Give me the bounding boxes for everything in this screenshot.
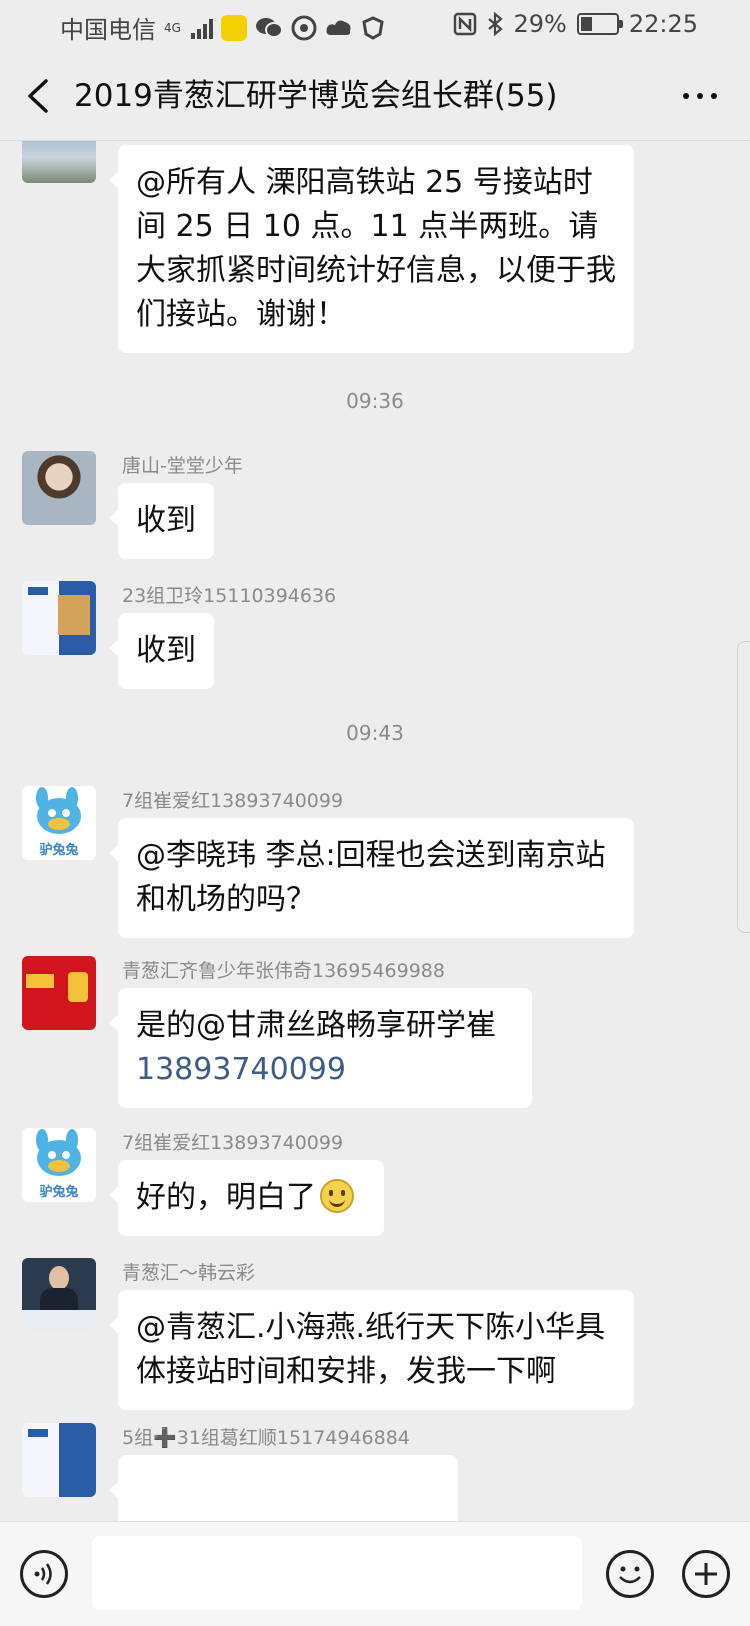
avatar[interactable] <box>22 956 96 1030</box>
wechat-icon <box>255 17 283 38</box>
network-label: 4G <box>164 20 181 35</box>
bluetooth-icon <box>488 12 504 36</box>
message-bubble[interactable]: @李晓玮 李总:回程也会送到南京站和机场的吗？ <box>109 818 634 938</box>
status-left: 中国电信 4G <box>60 10 385 45</box>
status-right: 29% 22:25 <box>453 10 698 38</box>
message-bubble[interactable]: @青葱汇.小海燕.纸行天下陈小华具体接站时间和安排，发我一下啊 <box>109 1290 634 1410</box>
message-input[interactable] <box>92 1536 582 1610</box>
chat-header: 2019青葱汇研学博览会组长群(55) <box>0 52 750 141</box>
message-bubble[interactable]: 收到 <box>109 613 214 689</box>
avatar-text: 驴兔兔 <box>39 1185 79 1200</box>
emoji-icon[interactable] <box>606 1550 654 1598</box>
message-text: @李晓玮 李总:回程也会送到南京站和机场的吗？ <box>136 838 606 917</box>
sender-name: 青葱汇～韩云彩 <box>122 1262 256 1284</box>
timestamp: 09:36 <box>346 389 404 413</box>
more-dots-icon[interactable] <box>678 82 722 110</box>
avatar-text: 驴兔兔 <box>39 843 79 858</box>
message-text: @青葱汇.小海燕.纸行天下陈小华具体接站时间和安排，发我一下啊 <box>136 1310 606 1389</box>
back-chevron-icon[interactable] <box>24 78 52 114</box>
sender-name: 23组卫玲15110394636 <box>122 585 337 607</box>
sender-name: 7组崔爱红13893740099 <box>122 790 344 812</box>
scrollbar[interactable] <box>737 641 750 933</box>
avatar[interactable]: 驴兔兔 <box>22 786 96 860</box>
message-bubble[interactable]: @所有人 溧阳高铁站 25 号接站时间 25 日 10 点。11 点半两班。请大… <box>109 145 634 353</box>
message-list[interactable]: @所有人 溧阳高铁站 25 号接站时间 25 日 10 点。11 点半两班。请大… <box>0 141 750 1521</box>
sender-name: 5组➕31组葛红顺15174946884 <box>122 1427 410 1449</box>
timestamp: 09:43 <box>346 721 404 745</box>
voice-icon[interactable] <box>20 1550 68 1598</box>
novel-app-icon <box>220 14 247 41</box>
message-bubble[interactable] <box>109 1455 458 1521</box>
status-bar: 中国电信 4G 29% 22:25 <box>0 0 750 52</box>
signal-icon <box>190 17 213 39</box>
message-text: 是的@甘肃丝路畅享研学崔 <box>136 1008 496 1043</box>
carrier-label: 中国电信 <box>60 16 156 44</box>
smile-emoji-icon <box>320 1179 354 1213</box>
message-bubble[interactable]: 是的@甘肃丝路畅享研学崔 13893740099 <box>109 988 532 1108</box>
app-icon <box>291 15 317 40</box>
sender-name: 唐山-堂堂少年 <box>122 455 243 477</box>
phone-link[interactable]: 13893740099 <box>136 1052 346 1087</box>
sender-name: 7组崔爱红13893740099 <box>122 1132 344 1154</box>
message-text: 好的，明白了 <box>136 1180 316 1215</box>
message-text: 收到 <box>136 503 196 538</box>
avatar[interactable] <box>22 141 96 183</box>
clock: 22:25 <box>628 10 698 38</box>
input-bar <box>0 1521 750 1626</box>
avatar[interactable] <box>22 1423 96 1497</box>
avatar[interactable]: 驴兔兔 <box>22 1128 96 1202</box>
message-text: 收到 <box>136 633 196 668</box>
nfc-icon <box>454 12 477 36</box>
message-text: @所有人 溧阳高铁站 25 号接站时间 25 日 10 点。11 点半两班。请大… <box>136 165 616 332</box>
shield-icon <box>362 15 384 40</box>
avatar[interactable] <box>22 451 96 525</box>
cloud-icon <box>326 20 351 35</box>
battery-percent: 29% <box>513 10 567 38</box>
sender-name: 青葱汇齐鲁少年张伟奇13695469988 <box>122 960 445 982</box>
battery-icon <box>576 13 623 35</box>
avatar[interactable] <box>22 581 96 655</box>
avatar[interactable] <box>22 1258 96 1332</box>
message-bubble[interactable]: 好的，明白了 <box>109 1160 384 1236</box>
chat-title: 2019青葱汇研学博览会组长群(55) <box>74 78 558 114</box>
plus-icon[interactable] <box>682 1550 730 1598</box>
message-bubble[interactable]: 收到 <box>109 483 214 559</box>
